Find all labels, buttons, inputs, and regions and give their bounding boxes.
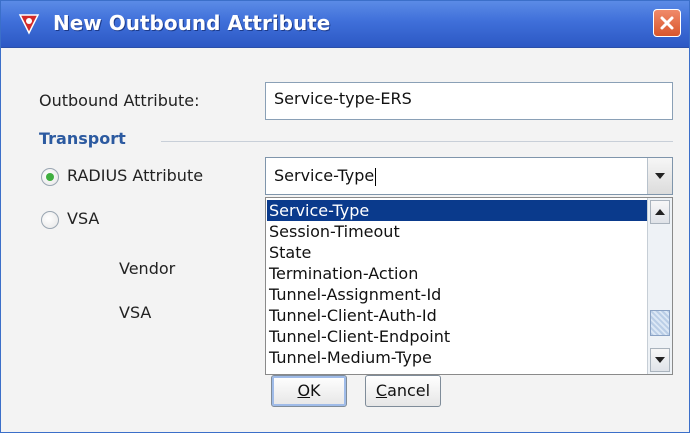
radius-attribute-radio[interactable] xyxy=(41,168,59,186)
combo-value: Service-Type xyxy=(274,166,377,186)
chevron-up-icon xyxy=(655,209,665,215)
outbound-attribute-field[interactable]: Service-type-ERS xyxy=(265,82,673,120)
vsa-sub-label: VSA xyxy=(119,303,152,322)
vsa-radio[interactable] xyxy=(41,211,59,229)
section-divider xyxy=(161,141,673,142)
list-item[interactable]: Termination-Action xyxy=(267,263,651,284)
app-shield-icon xyxy=(17,11,41,35)
cancel-button[interactable]: Cancel xyxy=(365,375,441,407)
list-item[interactable]: State xyxy=(267,242,651,263)
list-item[interactable]: Tunnel-Client-Auth-Id xyxy=(267,305,651,326)
chevron-down-icon xyxy=(655,173,665,179)
cancel-label-rest: ancel xyxy=(387,381,431,400)
radius-attribute-label: RADIUS Attribute xyxy=(67,166,204,185)
scroll-down-button[interactable] xyxy=(650,348,670,372)
list-item[interactable]: Service-Type xyxy=(267,200,651,221)
dialog-window: New Outbound Attribute Outbound Attribut… xyxy=(0,0,690,433)
outbound-attribute-label: Outbound Attribute: xyxy=(39,91,200,110)
ok-label-rest: K xyxy=(310,381,321,400)
transport-section-title: Transport xyxy=(39,129,126,148)
ok-mnemonic: O xyxy=(297,381,311,400)
attribute-dropdown-list[interactable]: Service-Type Session-Timeout State Termi… xyxy=(265,197,673,375)
scroll-up-button[interactable] xyxy=(650,200,670,224)
cancel-mnemonic: C xyxy=(375,381,388,400)
chevron-down-icon xyxy=(655,357,665,363)
scroll-thumb[interactable] xyxy=(650,310,670,336)
combo-dropdown-button[interactable] xyxy=(647,158,672,194)
title-bar[interactable]: New Outbound Attribute xyxy=(1,1,689,48)
list-item[interactable]: Tunnel-Assignment-Id xyxy=(267,284,651,305)
vsa-label: VSA xyxy=(67,209,100,228)
list-item[interactable]: Tunnel-Medium-Type xyxy=(267,347,651,368)
radius-attribute-combo[interactable]: Service-Type xyxy=(265,157,673,195)
close-button[interactable] xyxy=(653,9,681,37)
list-item[interactable]: Session-Timeout xyxy=(267,221,651,242)
vendor-label: Vendor xyxy=(119,259,176,278)
list-item[interactable]: Tunnel-Client-Endpoint xyxy=(267,326,651,347)
close-icon xyxy=(660,16,674,30)
dropdown-scrollbar[interactable] xyxy=(647,198,672,374)
window-title: New Outbound Attribute xyxy=(53,11,331,35)
ok-button[interactable]: OK xyxy=(271,375,347,407)
